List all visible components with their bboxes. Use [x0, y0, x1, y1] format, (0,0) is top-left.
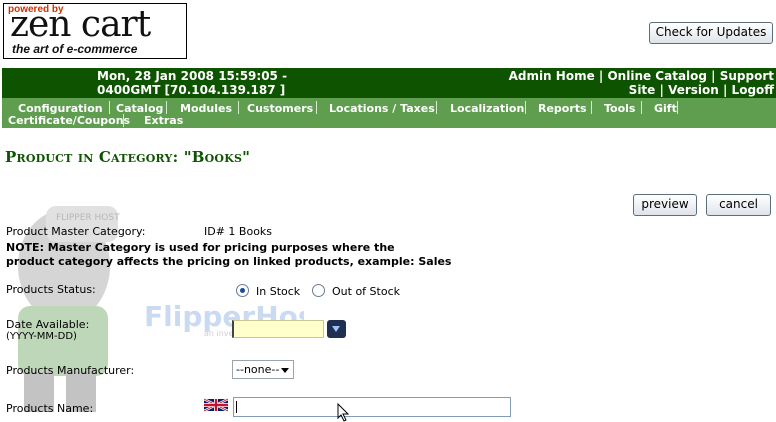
status-in-stock-radio[interactable] [236, 284, 249, 297]
menu-tools[interactable]: Tools [604, 102, 635, 115]
manufacturer-label: Products Manufacturer: [6, 364, 135, 377]
manufacturer-selected-value: --none-- [236, 363, 280, 376]
product-name-label: Products Name: [6, 402, 94, 415]
date-available-label: Date Available: [6, 318, 90, 331]
cancel-button[interactable]: cancel [706, 194, 771, 216]
master-category-value: ID# 1 Books [204, 225, 273, 238]
status-label: Products Status: [6, 283, 96, 296]
server-datetime: Mon, 28 Jan 2008 15:59:05 - 0400GMT [70.… [97, 69, 287, 97]
watermark-badge: FLIPPER HOST [56, 213, 120, 223]
link-support-site-cont[interactable]: Site [629, 83, 656, 97]
admin-links: Admin Home | Online Catalog | Support Si… [508, 69, 774, 97]
menu-modules[interactable]: Modules [180, 102, 232, 115]
menu-localization[interactable]: Localization [450, 102, 524, 115]
chevron-down-icon [281, 368, 289, 373]
link-online-catalog[interactable]: Online Catalog [607, 69, 707, 83]
product-name-input[interactable] [233, 397, 511, 417]
zencart-logo: powered by zen cart the art of e-commerc… [3, 3, 187, 59]
menu-gift-certificate-cont[interactable]: Certificate/Coupons [8, 114, 130, 127]
admin-topbar: Mon, 28 Jan 2008 15:59:05 - 0400GMT [70.… [2, 68, 776, 98]
link-logoff[interactable]: Logoff [732, 83, 774, 97]
master-category-label: Product Master Category: [6, 225, 146, 238]
status-out-of-stock-radio[interactable] [312, 284, 325, 297]
master-category-note: NOTE: Master Category is used for pricin… [6, 241, 452, 268]
mouse-pointer-icon [337, 403, 350, 422]
status-out-of-stock-label: Out of Stock [332, 285, 400, 298]
logo-tagline: the art of e-commerce [12, 42, 138, 56]
calendar-dropdown-icon[interactable] [327, 320, 346, 338]
link-version[interactable]: Version [668, 83, 719, 97]
manufacturer-select[interactable]: --none-- [232, 360, 294, 379]
status-in-stock-label: In Stock [256, 285, 301, 298]
check-for-updates-button[interactable]: Check for Updates [649, 22, 773, 44]
preview-button[interactable]: preview [633, 194, 697, 216]
menu-gift-certificate[interactable]: Gift [654, 102, 677, 115]
datetime-line-1: Mon, 28 Jan 2008 15:59:05 - [97, 69, 288, 83]
logo-brand: zen cart [10, 4, 151, 45]
uk-flag-icon [204, 398, 228, 412]
menu-locations-taxes[interactable]: Locations / Taxes [329, 102, 435, 115]
date-available-input[interactable] [232, 320, 324, 338]
datetime-line-2: 0400GMT [70.104.139.187 ] [97, 83, 286, 97]
link-support-site[interactable]: Support [720, 69, 774, 83]
date-format-hint: (YYYY-MM-DD) [6, 331, 77, 342]
page-title: Product in Category: "Books" [5, 148, 251, 166]
menu-reports[interactable]: Reports [538, 102, 587, 115]
flipperhost-watermark: FLIPPER HOST FlipperHost an invest tion … [18, 206, 304, 412]
link-admin-home[interactable]: Admin Home [509, 69, 595, 83]
menu-customers[interactable]: Customers [247, 102, 313, 115]
menu-extras[interactable]: Extras [144, 114, 183, 127]
